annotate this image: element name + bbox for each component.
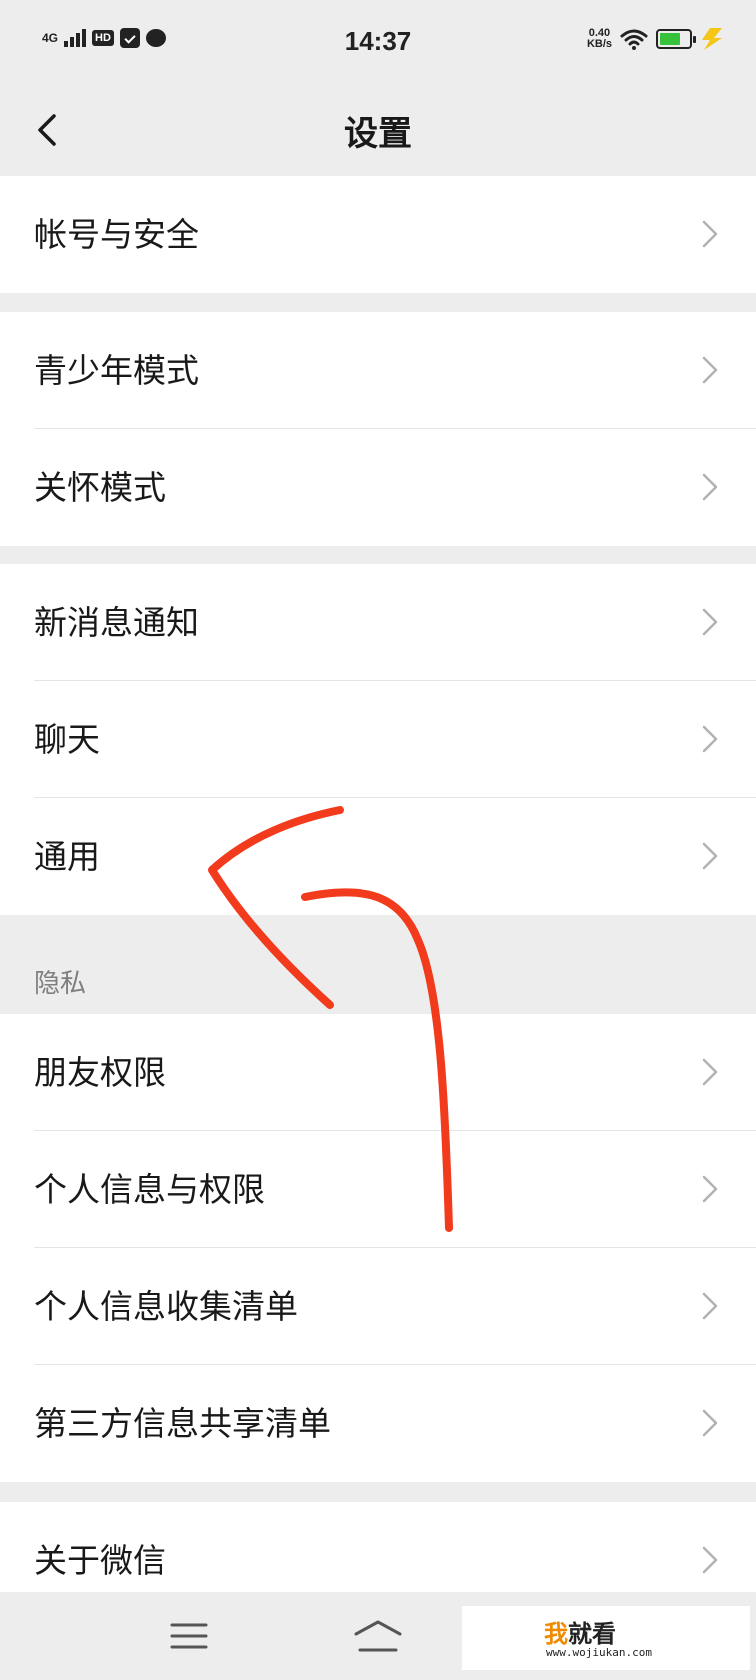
watermark-brand-accent: 我: [544, 1620, 568, 1648]
settings-item-label: 帐号与安全: [34, 215, 199, 254]
settings-item-account-security[interactable]: 帐号与安全: [0, 176, 756, 293]
section-header-privacy: 隐私: [34, 969, 87, 999]
settings-item-third-party-sharing[interactable]: 第三方信息共享清单: [0, 1365, 756, 1482]
watermark-logo: 我就看 www.wojiukan.com: [462, 1606, 750, 1670]
settings-item-label: 关于微信: [34, 1541, 166, 1580]
settings-item-personal-info-collection[interactable]: 个人信息收集清单: [0, 1248, 756, 1365]
page-title: 设置: [344, 114, 412, 154]
settings-item-label: 新消息通知: [34, 603, 199, 642]
status-right: 0.40 KB/s: [587, 26, 726, 52]
settings-item-label: 第三方信息共享清单: [34, 1404, 331, 1443]
settings-item-notifications[interactable]: 新消息通知: [0, 564, 756, 681]
chevron-right-icon: [702, 1175, 718, 1203]
chevron-right-icon: [702, 725, 718, 753]
settings-item-label: 个人信息收集清单: [34, 1287, 298, 1326]
battery-icon: [656, 29, 696, 49]
chevron-right-icon: [702, 608, 718, 636]
watermark-brand: 我就看: [544, 1614, 616, 1649]
settings-item-label: 通用: [34, 837, 100, 876]
chevron-right-icon: [702, 356, 718, 384]
chevron-right-icon: [702, 842, 718, 870]
network-speed: 0.40 KB/s: [587, 28, 612, 50]
menu-icon[interactable]: [170, 1622, 208, 1650]
settings-group-modes: 青少年模式 关怀模式: [0, 312, 756, 546]
settings-group-account: 帐号与安全: [0, 176, 756, 293]
wifi-icon: [620, 29, 648, 50]
settings-item-label: 青少年模式: [34, 351, 199, 390]
chevron-right-icon: [702, 1058, 718, 1086]
settings-item-chat[interactable]: 聊天: [0, 681, 756, 798]
settings-item-label: 朋友权限: [34, 1053, 166, 1092]
status-bar: 4G HD 14:37 0.40 KB/s: [0, 0, 756, 86]
chevron-right-icon: [702, 1409, 718, 1437]
home-icon[interactable]: [352, 1618, 404, 1654]
speed-unit: KB/s: [586, 38, 612, 50]
settings-group-general: 新消息通知 聊天 通用: [0, 564, 756, 915]
settings-item-personal-info-permissions[interactable]: 个人信息与权限: [0, 1131, 756, 1248]
watermark-brand-rest: 就看: [568, 1620, 616, 1648]
settings-item-label: 关怀模式: [34, 468, 166, 507]
chevron-right-icon: [702, 1546, 718, 1574]
settings-item-care-mode[interactable]: 关怀模式: [0, 429, 756, 546]
chevron-right-icon: [702, 220, 718, 248]
chevron-right-icon: [702, 1292, 718, 1320]
settings-item-teen-mode[interactable]: 青少年模式: [0, 312, 756, 429]
settings-item-general[interactable]: 通用: [0, 798, 756, 915]
nav-bar: 设置: [0, 86, 756, 176]
settings-item-label: 个人信息与权限: [34, 1170, 265, 1209]
watermark-url: www.wojiukan.com: [546, 1646, 652, 1659]
settings-item-label: 聊天: [34, 720, 100, 759]
settings-item-about[interactable]: 关于微信: [0, 1502, 756, 1592]
charging-bolt-icon: [702, 28, 722, 50]
settings-group-privacy: 朋友权限 个人信息与权限 个人信息收集清单 第三方信息共享清单: [0, 1014, 756, 1482]
settings-group-about: 关于微信: [0, 1502, 756, 1592]
chevron-right-icon: [702, 473, 718, 501]
settings-item-friend-permissions[interactable]: 朋友权限: [0, 1014, 756, 1131]
